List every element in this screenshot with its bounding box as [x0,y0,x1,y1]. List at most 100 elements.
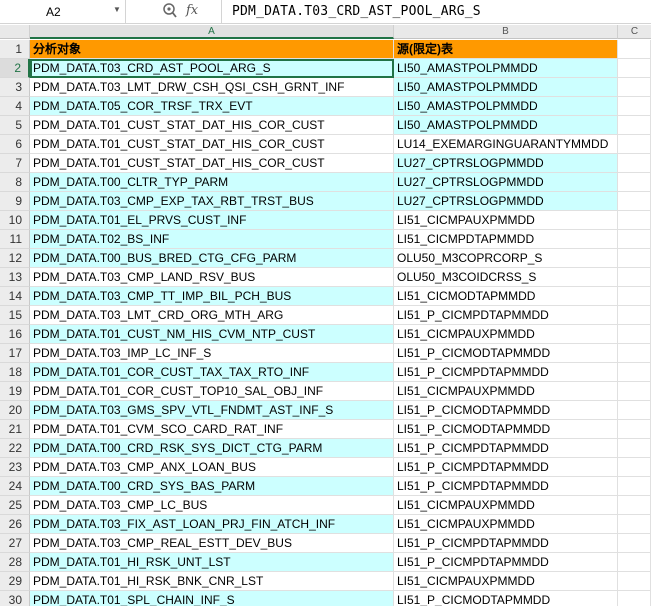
cell-b[interactable]: LI51_CICMPAUXPMMDD [394,325,618,344]
row-number[interactable]: 6 [0,135,30,154]
cell-a[interactable]: PDM_DATA.T05_COR_TRSF_TRX_EVT [30,97,394,116]
row-number[interactable]: 7 [0,154,30,173]
cell-a[interactable]: PDM_DATA.T03_CMP_EXP_TAX_RBT_TRST_BUS [30,192,394,211]
cell-a[interactable]: PDM_DATA.T00_CLTR_TYP_PARM [30,173,394,192]
row-number[interactable]: 20 [0,401,30,420]
cell-b[interactable]: LI51_CICMODTAPMMDD [394,287,618,306]
row-number[interactable]: 26 [0,515,30,534]
row-number[interactable]: 5 [0,116,30,135]
row-number[interactable]: 14 [0,287,30,306]
cell-a[interactable]: PDM_DATA.T01_HI_RSK_UNT_LST [30,553,394,572]
empty-cell-c[interactable] [618,249,651,268]
empty-cell-c[interactable] [618,534,651,553]
cell-a[interactable]: PDM_DATA.T03_IMP_LC_INF_S [30,344,394,363]
empty-cell-c[interactable] [618,477,651,496]
selected-cell-a[interactable]: PDM_DATA.T03_CRD_AST_POOL_ARG_S [30,59,394,78]
empty-cell-c[interactable] [618,553,651,572]
row-number[interactable]: 17 [0,344,30,363]
cell-b[interactable]: LI51_P_CICMPDTAPMMDD [394,553,618,572]
cell-a[interactable]: PDM_DATA.T01_HI_RSK_BNK_CNR_LST [30,572,394,591]
empty-cell-c[interactable] [618,420,651,439]
cell-a[interactable]: PDM_DATA.T03_CMP_ANX_LOAN_BUS [30,458,394,477]
empty-cell-c[interactable] [618,59,651,78]
cell-b[interactable]: LI50_AMASTPOLPMMDD [394,59,618,78]
empty-cell-c[interactable] [618,363,651,382]
cell-a[interactable]: PDM_DATA.T03_CMP_REAL_ESTT_DEV_BUS [30,534,394,553]
row-number[interactable]: 3 [0,78,30,97]
cell-a[interactable]: PDM_DATA.T01_CUST_STAT_DAT_HIS_COR_CUST [30,154,394,173]
column-header-c[interactable]: C [618,25,651,39]
cell-a[interactable]: PDM_DATA.T01_COR_CUST_TOP10_SAL_OBJ_INF [30,382,394,401]
row-number[interactable]: 13 [0,268,30,287]
cell-b[interactable]: LU14_EXEMARGINGUARANTYMMDD [394,135,618,154]
column-header-a[interactable]: A [30,25,394,39]
row-number[interactable]: 16 [0,325,30,344]
cell-a[interactable]: PDM_DATA.T03_LMT_CRD_ORG_MTH_ARG [30,306,394,325]
empty-cell-c[interactable] [618,515,651,534]
empty-cell-c[interactable] [618,344,651,363]
row-number[interactable]: 10 [0,211,30,230]
cell-a[interactable]: PDM_DATA.T03_GMS_SPV_VTL_FNDMT_AST_INF_S [30,401,394,420]
row-number[interactable]: 12 [0,249,30,268]
row-number[interactable]: 27 [0,534,30,553]
select-all-corner[interactable] [0,25,30,39]
cell-b[interactable]: LU27_CPTRSLOGPMMDD [394,192,618,211]
empty-cell-c[interactable] [618,173,651,192]
empty-cell-c[interactable] [618,230,651,249]
cell-b[interactable]: LI51_P_CICMODTAPMMDD [394,401,618,420]
cell-a[interactable]: PDM_DATA.T02_BS_INF [30,230,394,249]
cell-b[interactable]: LI51_P_CICMPDTAPMMDD [394,458,618,477]
insert-function-icon[interactable]: fx [186,3,198,18]
name-box[interactable]: A2 ▼ [0,0,126,24]
empty-cell-c[interactable] [618,78,651,97]
cell-a[interactable]: PDM_DATA.T00_CRD_RSK_SYS_DICT_CTG_PARM [30,439,394,458]
empty-cell-c[interactable] [618,401,651,420]
chevron-down-icon[interactable]: ▼ [113,5,121,14]
empty-cell-c[interactable] [618,287,651,306]
cell-b[interactable]: LI51_P_CICMODTAPMMDD [394,591,618,606]
empty-cell-c[interactable] [618,97,651,116]
cell-a[interactable]: PDM_DATA.T03_LMT_DRW_CSH_QSI_CSH_GRNT_IN… [30,78,394,97]
empty-cell-c[interactable] [618,572,651,591]
cell-b[interactable]: LI51_P_CICMODTAPMMDD [394,420,618,439]
row-number[interactable]: 25 [0,496,30,515]
cell-b[interactable]: LI51_P_CICMPDTAPMMDD [394,534,618,553]
empty-cell-c[interactable] [618,40,651,59]
cell-b[interactable]: LI51_CICMPDTAPMMDD [394,230,618,249]
header-cell-a[interactable]: 分析对象 [30,40,394,59]
row-number[interactable]: 21 [0,420,30,439]
cell-a[interactable]: PDM_DATA.T01_EL_PRVS_CUST_INF [30,211,394,230]
cell-b[interactable]: OLU50_M3COPRCORP_S [394,249,618,268]
cell-b[interactable]: OLU50_M3COIDCRSS_S [394,268,618,287]
cell-b[interactable]: LI51_P_CICMPDTAPMMDD [394,363,618,382]
cell-a[interactable]: PDM_DATA.T00_BUS_BRED_CTG_CFG_PARM [30,249,394,268]
row-number[interactable]: 29 [0,572,30,591]
row-number[interactable]: 4 [0,97,30,116]
cell-a[interactable]: PDM_DATA.T01_COR_CUST_TAX_TAX_RTO_INF [30,363,394,382]
cell-b[interactable]: LI51_P_CICMPDTAPMMDD [394,439,618,458]
row-number[interactable]: 1 [0,40,30,59]
row-number[interactable]: 18 [0,363,30,382]
cell-a[interactable]: PDM_DATA.T01_CVM_SCO_CARD_RAT_INF [30,420,394,439]
cell-a[interactable]: PDM_DATA.T00_CRD_SYS_BAS_PARM [30,477,394,496]
cell-a[interactable]: PDM_DATA.T01_SPL_CHAIN_INF_S [30,591,394,606]
cell-b[interactable]: LI50_AMASTPOLPMMDD [394,116,618,135]
header-cell-b[interactable]: 源(限定)表 [394,40,618,59]
empty-cell-c[interactable] [618,192,651,211]
row-number[interactable]: 24 [0,477,30,496]
empty-cell-c[interactable] [618,154,651,173]
empty-cell-c[interactable] [618,135,651,154]
cell-b[interactable]: LI51_P_CICMPDTAPMMDD [394,306,618,325]
row-number[interactable]: 11 [0,230,30,249]
row-number[interactable]: 28 [0,553,30,572]
cell-b[interactable]: LI51_P_CICMPDTAPMMDD [394,477,618,496]
cell-b[interactable]: LI51_CICMPAUXPMMDD [394,211,618,230]
cell-b[interactable]: LU27_CPTRSLOGPMMDD [394,173,618,192]
row-number[interactable]: 15 [0,306,30,325]
empty-cell-c[interactable] [618,439,651,458]
cell-b[interactable]: LI51_CICMPAUXPMMDD [394,572,618,591]
row-number[interactable]: 30 [0,591,30,606]
empty-cell-c[interactable] [618,591,651,606]
empty-cell-c[interactable] [618,211,651,230]
empty-cell-c[interactable] [618,268,651,287]
